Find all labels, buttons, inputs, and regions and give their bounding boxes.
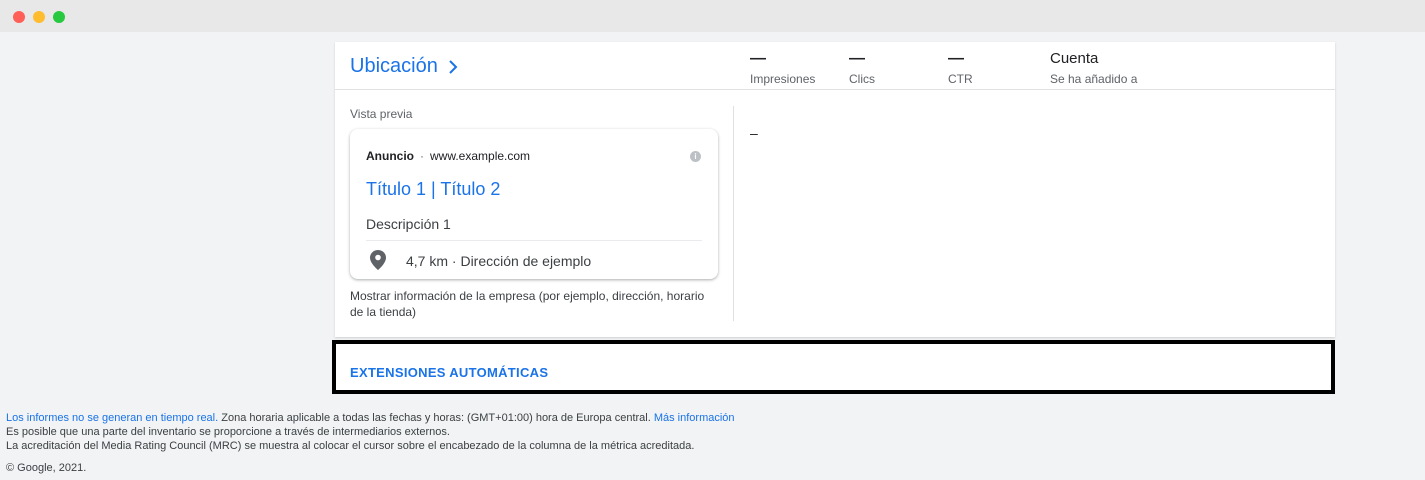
location-pin-icon [370, 250, 386, 270]
ad-location-text: 4,7 km · Dirección de ejemplo [406, 253, 592, 269]
preview-label: Vista previa [350, 107, 413, 121]
extension-card: Ubicación — Impresiones — Clics — CTR Cu… [335, 42, 1335, 337]
ad-top-line: Anuncio · www.example.com [366, 149, 530, 163]
metric-label: CTR [948, 72, 973, 86]
metric-label: Impresiones [750, 72, 816, 86]
metric-label: Se ha añadido a [1050, 72, 1138, 86]
ad-description: Descripción 1 [366, 216, 451, 232]
close-window-icon[interactable] [13, 11, 25, 23]
maximize-window-icon[interactable] [53, 11, 65, 23]
ad-preview-card: Anuncio · www.example.com i Título 1 | T… [350, 129, 718, 279]
footer-line-3: La acreditación del Media Rating Council… [6, 440, 695, 452]
metric-value: — [750, 50, 766, 67]
timezone-text: Zona horaria aplicable a todas las fecha… [218, 412, 654, 424]
ad-divider [366, 240, 702, 241]
metric-impressions: — Impresiones [750, 50, 815, 86]
more-info-link[interactable]: Más información [654, 412, 735, 424]
metric-added-to: Cuenta Se ha añadido a [1050, 50, 1137, 86]
auto-extensions-link[interactable]: EXTENSIONES AUTOMÁTICAS [350, 365, 548, 380]
detail-value: – [750, 125, 758, 141]
location-title-link[interactable]: Ubicación [350, 55, 460, 78]
metric-value: — [948, 50, 964, 67]
chevron-right-icon [449, 59, 458, 74]
ad-badge: Anuncio [366, 149, 414, 163]
metric-label: Clics [849, 72, 875, 86]
footer-line-2: Es posible que una parte del inventario … [6, 426, 450, 438]
auto-extensions-section: EXTENSIONES AUTOMÁTICAS [332, 340, 1335, 394]
ad-display-url: www.example.com [430, 149, 531, 163]
minimize-window-icon[interactable] [33, 11, 45, 23]
realtime-reports-link[interactable]: Los informes no se generan en tiempo rea… [6, 412, 218, 424]
ad-separator: · [420, 149, 424, 163]
ad-headline: Título 1 | Título 2 [366, 179, 501, 199]
info-icon[interactable]: i [690, 151, 701, 162]
preview-caption: Mostrar información de la empresa (por e… [350, 289, 705, 319]
footer-notes: Los informes no se generan en tiempo rea… [6, 411, 735, 453]
column-divider [733, 106, 734, 321]
copyright: © Google, 2021. [6, 462, 87, 474]
metric-ctr: — CTR [948, 50, 973, 86]
metric-value: Cuenta [1050, 50, 1099, 67]
card-header: Ubicación — Impresiones — Clics — CTR Cu… [335, 42, 1335, 90]
window-titlebar [0, 0, 1425, 32]
metric-clicks: — Clics [849, 50, 875, 86]
page-title: Ubicación [350, 55, 438, 77]
footer-line-1: Los informes no se generan en tiempo rea… [6, 411, 735, 425]
metric-value: — [849, 50, 865, 67]
